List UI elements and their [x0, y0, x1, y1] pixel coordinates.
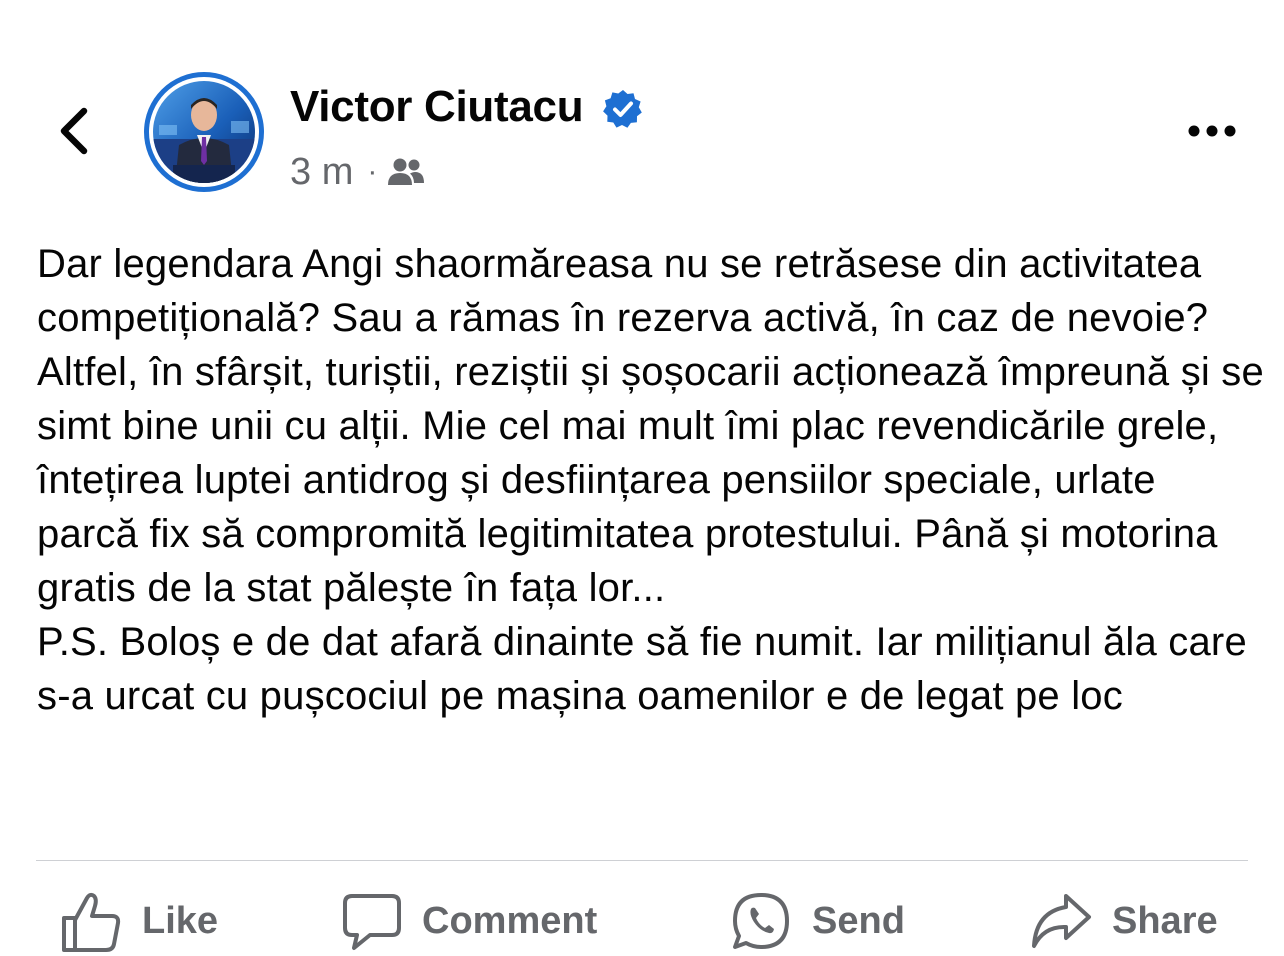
author-name[interactable]: Victor Ciutacu — [290, 82, 584, 132]
share-button[interactable]: Share — [1030, 886, 1218, 956]
divider — [36, 860, 1248, 861]
meta-separator: · — [367, 155, 378, 188]
comment-icon — [343, 894, 401, 950]
send-label: Send — [812, 899, 905, 942]
post-timestamp[interactable]: 3 m — [290, 151, 353, 194]
chevron-left-icon — [60, 107, 88, 155]
send-button[interactable]: Send — [730, 886, 905, 956]
whatsapp-icon — [733, 893, 789, 949]
avatar-photo — [153, 81, 255, 183]
post-action-bar: Like Comment Send Share — [0, 886, 1284, 956]
thumbs-up-icon — [62, 892, 121, 952]
comment-button[interactable]: Comment — [342, 886, 597, 956]
share-arrow-icon — [1032, 894, 1091, 948]
avatar[interactable] — [144, 72, 264, 192]
share-label: Share — [1112, 899, 1218, 942]
verified-badge-icon — [603, 90, 642, 128]
like-label: Like — [142, 899, 219, 942]
friends-icon[interactable] — [387, 157, 425, 187]
post-meta: 3 m · — [290, 150, 425, 194]
comment-label: Comment — [422, 899, 598, 942]
post-body-text: Dar legendara Angi shaormăreasa nu se re… — [37, 242, 1264, 718]
more-horizontal-icon — [1188, 125, 1236, 137]
more-options-button[interactable] — [1180, 108, 1244, 154]
like-button[interactable]: Like — [60, 886, 218, 956]
back-button[interactable] — [44, 98, 104, 164]
